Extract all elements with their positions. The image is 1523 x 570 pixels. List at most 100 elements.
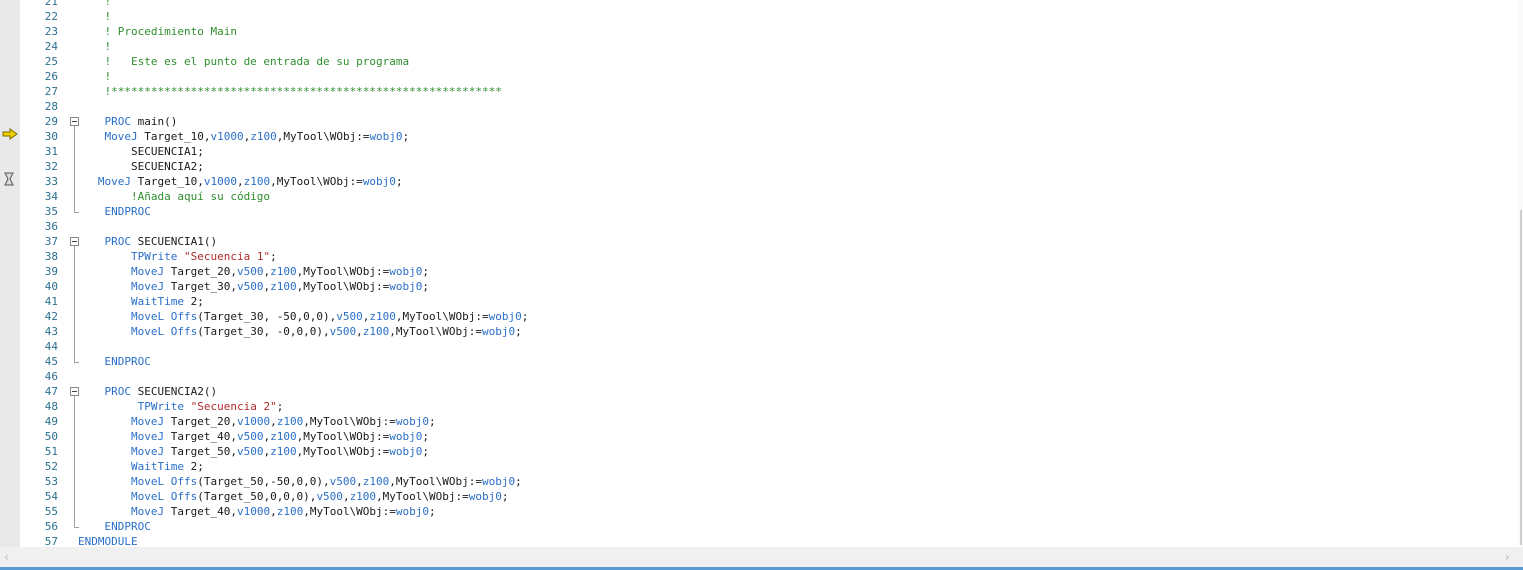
code-line[interactable]: ! Este es el punto de entrada de su prog… — [78, 54, 409, 69]
code-token: ,MyTool\WObj:= — [303, 415, 396, 428]
line-number: 30 — [44, 130, 58, 143]
code-line[interactable]: ! — [78, 39, 111, 54]
code-token: z100 — [276, 505, 304, 518]
code-token: ; — [270, 250, 277, 263]
code-token: MoveL Offs — [78, 475, 198, 488]
vertical-scrollbar-thumb[interactable] — [1520, 210, 1522, 545]
glyph-margin[interactable] — [0, 0, 20, 547]
code-token: ENDPROC — [78, 520, 151, 533]
code-line[interactable]: MoveJ Target_40,v500,z100,MyTool\WObj:=w… — [78, 429, 429, 444]
code-line[interactable]: PROC main() — [78, 114, 177, 129]
code-token: ; — [422, 430, 430, 443]
code-token: wobj0 — [482, 475, 516, 488]
code-line[interactable]: !***************************************… — [78, 84, 501, 99]
code-line[interactable]: MoveL Offs(Target_30, -0,0,0),v500,z100,… — [78, 324, 522, 339]
code-line[interactable]: ! — [78, 69, 111, 84]
code-line[interactable]: ! — [78, 9, 111, 24]
code-line[interactable]: WaitTime 2; — [78, 294, 204, 309]
code-token: MoveJ — [78, 130, 145, 143]
code-line[interactable]: ! Procedimiento Main — [78, 24, 236, 39]
code-token: v500 — [336, 310, 363, 323]
minus-box-icon[interactable] — [70, 237, 79, 246]
code-token: v1000 — [236, 505, 271, 518]
code-token: SECUENCIA1() — [137, 235, 218, 248]
code-token: 2; — [190, 460, 204, 473]
arrow-right-icon — [2, 128, 18, 140]
code-line[interactable]: ! — [78, 0, 111, 9]
code-line[interactable]: MoveJ Target_20,v1000,z100,MyTool\WObj:=… — [78, 414, 436, 429]
code-line[interactable]: PROC SECUENCIA1() — [78, 234, 217, 249]
code-line[interactable]: MoveL Offs(Target_50,-50,0,0),v500,z100,… — [78, 474, 522, 489]
code-token: , — [356, 475, 363, 488]
code-line[interactable]: MoveL Offs(Target_30, -50,0,0),v500,z100… — [78, 309, 528, 324]
code-token: TPWrite — [78, 400, 191, 413]
code-line[interactable]: MoveJ Target_10,v1000,z100,MyTool\WObj:=… — [78, 174, 403, 189]
code-token: (Target_50,-50,0,0), — [197, 475, 330, 488]
line-number: 25 — [44, 55, 58, 68]
fold-guide — [74, 126, 75, 212]
code-line[interactable]: PROC SECUENCIA2() — [78, 384, 217, 399]
scroll-left-arrow-icon[interactable]: ‹ — [4, 550, 16, 564]
code-token: wobj0 — [389, 430, 423, 443]
code-token: Target_10, — [137, 175, 204, 188]
line-number: 23 — [44, 25, 58, 38]
code-token: MoveL Offs — [78, 490, 198, 503]
scroll-right-arrow-icon[interactable]: › — [1505, 550, 1517, 564]
code-line[interactable]: MoveL Offs(Target_50,0,0,0),v500,z100,My… — [78, 489, 509, 504]
code-token: !Añada aquí su código — [78, 190, 271, 203]
code-line[interactable]: TPWrite "Secuencia 2"; — [78, 399, 284, 414]
line-number: 48 — [44, 400, 58, 413]
code-token: PROC — [78, 385, 138, 398]
code-token: ,MyTool\WObj:= — [270, 175, 363, 188]
code-token: MoveJ — [78, 445, 171, 458]
code-line[interactable]: ENDMODULE — [78, 534, 138, 547]
code-token: SECUENCIA2() — [137, 385, 218, 398]
code-line[interactable]: MoveJ Target_10,v1000,z100,MyTool\WObj:=… — [78, 129, 409, 144]
code-token: z100 — [243, 175, 271, 188]
code-line[interactable]: MoveJ Target_50,v500,z100,MyTool\WObj:=w… — [78, 444, 429, 459]
code-line[interactable]: SECUENCIA2; — [78, 159, 204, 174]
code-token: ENDPROC — [78, 205, 151, 218]
code-token: , — [236, 175, 244, 188]
code-line[interactable]: WaitTime 2; — [78, 459, 204, 474]
code-token: SECUENCIA1; — [78, 145, 204, 158]
code-text-area[interactable]: ! ! ! Procedimiento Main ! ! Este es el … — [60, 0, 1518, 547]
line-number: 37 — [44, 235, 58, 248]
line-number: 34 — [44, 190, 58, 203]
code-token: ! — [78, 10, 112, 23]
code-token: v500 — [316, 490, 343, 503]
code-token: ; — [521, 310, 529, 323]
code-token: wobj0 — [488, 310, 522, 323]
code-token: 2; — [190, 295, 204, 308]
code-line[interactable]: MoveJ Target_30,v500,z100,MyTool\WObj:=w… — [78, 279, 429, 294]
code-editor[interactable]: 21 22 23 24 25 26 27 28 29 30 31 32 33 34 35 36 37 38 39 40… — [0, 0, 1523, 570]
code-token: ; — [276, 400, 284, 413]
line-number: 56 — [44, 520, 58, 533]
code-line[interactable]: TPWrite "Secuencia 1"; — [78, 249, 277, 264]
code-line[interactable]: ENDPROC — [78, 519, 151, 534]
code-token: , — [342, 490, 350, 503]
code-line[interactable]: ENDPROC — [78, 204, 151, 219]
code-line[interactable]: MoveJ Target_40,v1000,z100,MyTool\WObj:=… — [78, 504, 436, 519]
code-token: MoveJ — [78, 175, 138, 188]
code-token: z100 — [250, 130, 277, 143]
horizontal-scrollbar[interactable] — [0, 547, 1523, 567]
line-number: 47 — [44, 385, 58, 398]
code-line[interactable]: ENDPROC — [78, 354, 150, 369]
minus-box-icon[interactable] — [70, 117, 79, 126]
code-line[interactable]: MoveJ Target_20,v500,z100,MyTool\WObj:=w… — [78, 264, 429, 279]
code-token: ; — [422, 280, 430, 293]
line-number: 33 — [44, 175, 58, 188]
code-token: ! — [78, 70, 112, 83]
code-line[interactable]: SECUENCIA1; — [78, 144, 204, 159]
line-number: 52 — [44, 460, 58, 473]
code-line[interactable]: !Añada aquí su código — [78, 189, 270, 204]
code-token: ,MyTool\WObj:= — [303, 505, 396, 518]
code-token: MoveL Offs — [78, 310, 198, 323]
code-token: ; — [422, 445, 430, 458]
code-token: Target_20, — [170, 265, 237, 278]
line-number: 55 — [44, 505, 58, 518]
code-token: MoveJ — [78, 265, 171, 278]
minus-box-icon[interactable] — [70, 387, 79, 396]
line-number: 49 — [44, 415, 58, 428]
